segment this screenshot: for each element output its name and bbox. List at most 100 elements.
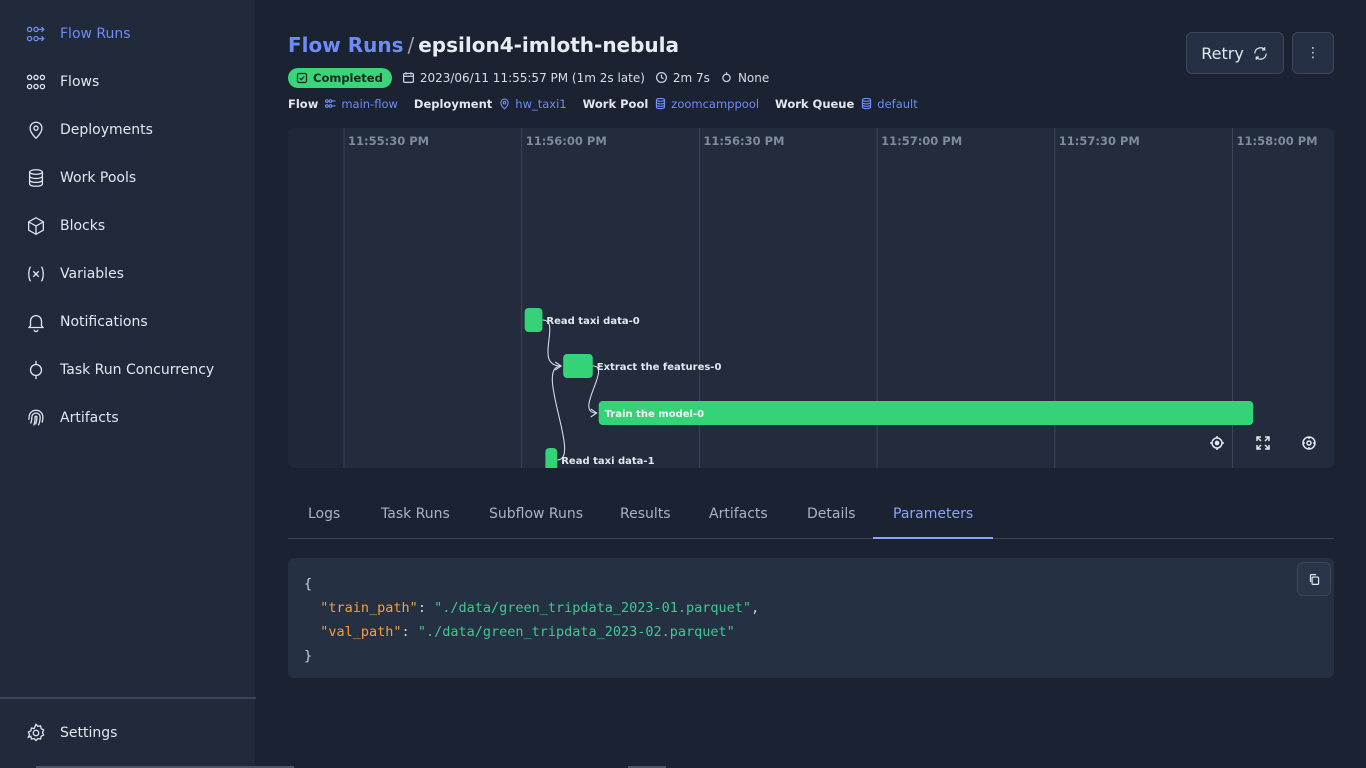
start-time-text: 2023/06/11 11:55:57 PM (1m 2s late) <box>419 70 645 85</box>
work-queue-link[interactable]: default <box>860 97 918 111</box>
concurrency-icon <box>24 358 48 382</box>
deployment-label: Deployment <box>413 96 493 111</box>
work-pool-link[interactable]: zoomcamppool <box>654 97 759 111</box>
cube-icon <box>24 214 48 238</box>
task-run-bar[interactable] <box>545 448 558 468</box>
sidebar: Flow Runs Flows Deployments Work Pools B… <box>0 0 256 768</box>
retry-label: Retry <box>1201 43 1244 63</box>
tab-task-runs[interactable]: Task Runs <box>361 490 470 538</box>
bell-icon <box>24 310 48 334</box>
run-links-row: Flow main-flow Deployment hw_taxi1 Work … <box>288 95 934 112</box>
sidebar-item-deployments[interactable]: Deployments <box>24 118 153 142</box>
sidebar-item-label: Notifications <box>60 314 148 330</box>
check-square-icon <box>296 72 308 83</box>
duration: 2m 7s <box>655 71 710 85</box>
dependency-edge <box>551 365 566 461</box>
tab-subflow-runs[interactable]: Subflow Runs <box>469 490 603 538</box>
json-key: "val_path" <box>320 624 402 640</box>
task-run-label: Train the model-0 <box>605 409 704 420</box>
fullscreen-button[interactable] <box>1254 434 1272 452</box>
sidebar-item-notifications[interactable]: Notifications <box>24 310 148 334</box>
timeline-tick-label: 11:56:00 PM <box>526 134 607 148</box>
sidebar-item-label: Deployments <box>60 122 153 138</box>
target-icon <box>1210 436 1224 450</box>
json-key: "train_path" <box>320 600 418 616</box>
json-close-brace: } <box>304 648 313 664</box>
tab-parameters[interactable]: Parameters <box>873 490 994 539</box>
tags: None <box>720 71 769 85</box>
map-pin-icon <box>24 118 48 142</box>
copy-icon <box>1309 573 1319 585</box>
tab-details[interactable]: Details <box>787 490 876 538</box>
sidebar-item-label: Artifacts <box>60 410 119 426</box>
timeline-tick-label: 11:55:30 PM <box>348 134 429 148</box>
run-meta-row: Completed 2023/06/11 11:55:57 PM (1m 2s … <box>288 67 769 88</box>
tag-concurrency-icon <box>722 72 731 83</box>
kebab-menu-icon: ⋮ <box>1306 45 1320 61</box>
flows-icon <box>24 70 48 94</box>
task-run-bar[interactable] <box>524 308 543 332</box>
fingerprint-icon <box>24 406 48 430</box>
sidebar-item-work-pools[interactable]: Work Pools <box>24 166 136 190</box>
json-value: "./data/green_tripdata_2023-02.parquet" <box>417 624 735 640</box>
sidebar-item-blocks[interactable]: Blocks <box>24 214 105 238</box>
database-icon <box>862 97 872 110</box>
task-run-label: Read taxi data-0 <box>546 316 639 327</box>
copy-button[interactable] <box>1297 562 1331 596</box>
task-run-bar[interactable] <box>563 354 593 378</box>
breadcrumb-separator: / <box>407 33 415 57</box>
duration-text: 2m 7s <box>672 70 710 85</box>
flow-run-name: epsilon4-imloth-nebula <box>418 33 680 57</box>
tags-text: None <box>737 70 770 85</box>
sidebar-item-artifacts[interactable]: Artifacts <box>24 406 119 430</box>
recenter-button[interactable] <box>1208 434 1226 452</box>
refresh-icon <box>1254 46 1267 60</box>
sidebar-item-flows[interactable]: Flows <box>24 70 99 94</box>
deployment-link[interactable]: hw_taxi1 <box>498 96 567 111</box>
sidebar-item-label: Settings <box>60 725 118 741</box>
flow-link-text: main-flow <box>341 96 398 111</box>
sidebar-item-variables[interactable]: Variables <box>24 262 124 286</box>
flow-run-timeline[interactable]: 11:55:30 PM 11:56:00 PM 11:56:30 PM 11:57:0… <box>288 128 1334 468</box>
timeline-graph[interactable]: 11:55:30 PM 11:56:00 PM 11:56:30 PM 11:57:0… <box>288 128 1334 468</box>
retry-button[interactable]: Retry <box>1186 32 1284 74</box>
work-queue-label: Work Queue <box>775 96 855 111</box>
sidebar-item-label: Blocks <box>60 218 106 234</box>
run-tabs: Logs Task Runs Subflow Runs Results Arti… <box>288 490 1334 539</box>
database-icon <box>24 166 48 190</box>
more-options-button[interactable]: ⋮ <box>1292 32 1334 74</box>
tab-logs[interactable]: Logs <box>288 490 360 538</box>
sidebar-item-label: Task Run Concurrency <box>60 362 215 378</box>
breadcrumb-flow-runs[interactable]: Flow Runs <box>288 33 403 57</box>
timeline-left-gutter <box>288 128 344 468</box>
tab-results[interactable]: Results <box>600 490 691 538</box>
settings-dial-icon <box>1302 436 1316 450</box>
sidebar-item-label: Variables <box>60 266 124 282</box>
flow-label: Flow <box>288 96 319 111</box>
sidebar-divider <box>0 697 256 699</box>
json-value: "./data/green_tripdata_2023-01.parquet" <box>434 600 752 616</box>
flow-icon <box>325 99 336 108</box>
expand-icon <box>1256 436 1270 450</box>
sidebar-item-flow-runs[interactable]: Flow Runs <box>24 22 131 46</box>
timeline-tick-label: 11:57:30 PM <box>1059 134 1140 148</box>
timeline-tick-label: 11:57:00 PM <box>881 134 962 148</box>
flow-link[interactable]: main-flow <box>324 97 398 111</box>
sidebar-item-task-run-concurrency[interactable]: Task Run Concurrency <box>24 358 214 382</box>
gear-icon <box>24 721 48 745</box>
json-comma: , <box>751 600 760 616</box>
tab-artifacts[interactable]: Artifacts <box>689 490 788 538</box>
timeline-settings-button[interactable] <box>1300 434 1318 452</box>
deployment-link-text: hw_taxi1 <box>515 96 567 111</box>
flow-runs-icon <box>24 22 48 46</box>
parameters-json[interactable]: { "train_path": "./data/green_tripdata_2… <box>304 572 759 668</box>
clock-icon <box>655 72 667 83</box>
sidebar-item-settings[interactable]: Settings <box>24 721 117 745</box>
task-run-label: Read taxi data-1 <box>561 456 654 467</box>
task-run-label: Extract the features-0 <box>597 362 722 373</box>
calendar-icon <box>402 72 414 83</box>
start-time: 2023/06/11 11:55:57 PM (1m 2s late) <box>402 71 645 85</box>
database-icon <box>656 97 666 110</box>
work-pool-label: Work Pool <box>582 96 649 111</box>
parameters-panel: { "train_path": "./data/green_tripdata_2… <box>288 558 1334 678</box>
